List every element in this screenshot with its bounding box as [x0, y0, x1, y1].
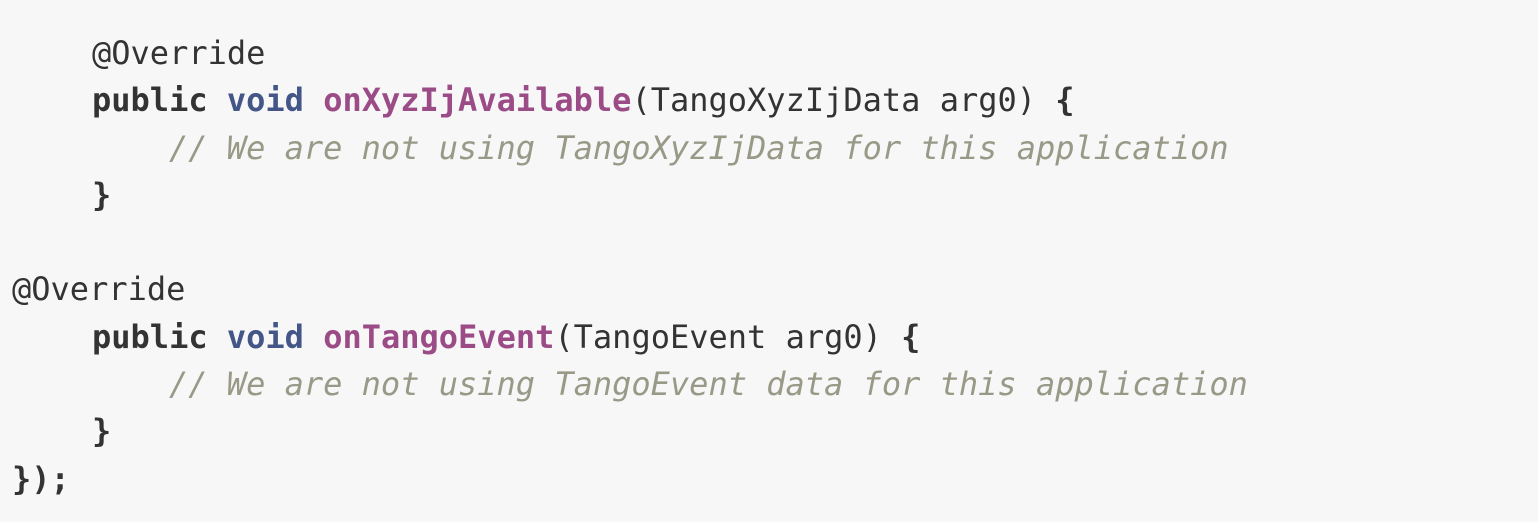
code-comment: // We are not using TangoXyzIjData for t… — [169, 128, 1229, 167]
code-line-7: public void onTangoEvent(TangoEvent arg0… — [12, 314, 1538, 361]
override-annotation: @Override — [92, 34, 266, 72]
code-line-3: // We are not using TangoXyzIjData for t… — [12, 125, 1538, 172]
void-keyword: void — [226, 81, 304, 120]
public-keyword: public — [92, 81, 208, 120]
code-line-4: } — [12, 172, 1538, 219]
method-name-ontangoevent: onTangoEvent — [323, 317, 555, 356]
method-params: (TangoEvent arg0) — [554, 317, 902, 356]
open-brace: { — [1055, 81, 1075, 120]
closing-statement: }); — [12, 459, 70, 498]
close-brace: } — [92, 412, 112, 451]
method-name-onxyzijavailable: onXyzIjAvailable — [323, 81, 632, 120]
code-block: @Override public void onXyzIjAvailable(T… — [0, 0, 1538, 522]
code-line-10: }); — [12, 456, 1538, 503]
code-line-2: public void onXyzIjAvailable(TangoXyzIjD… — [12, 77, 1538, 124]
code-line-6: @Override — [12, 266, 1538, 313]
code-comment: // We are not using TangoEvent data for … — [169, 365, 1248, 404]
code-line-9: } — [12, 408, 1538, 455]
code-line-8: // We are not using TangoEvent data for … — [12, 361, 1538, 408]
public-keyword: public — [92, 317, 208, 356]
void-keyword: void — [226, 317, 304, 356]
override-annotation: @Override — [12, 270, 186, 309]
close-brace: } — [92, 175, 112, 214]
open-brace: { — [901, 317, 921, 356]
code-line-1: @Override — [12, 30, 1538, 77]
method-params: (TangoXyzIjData arg0) — [631, 81, 1056, 120]
